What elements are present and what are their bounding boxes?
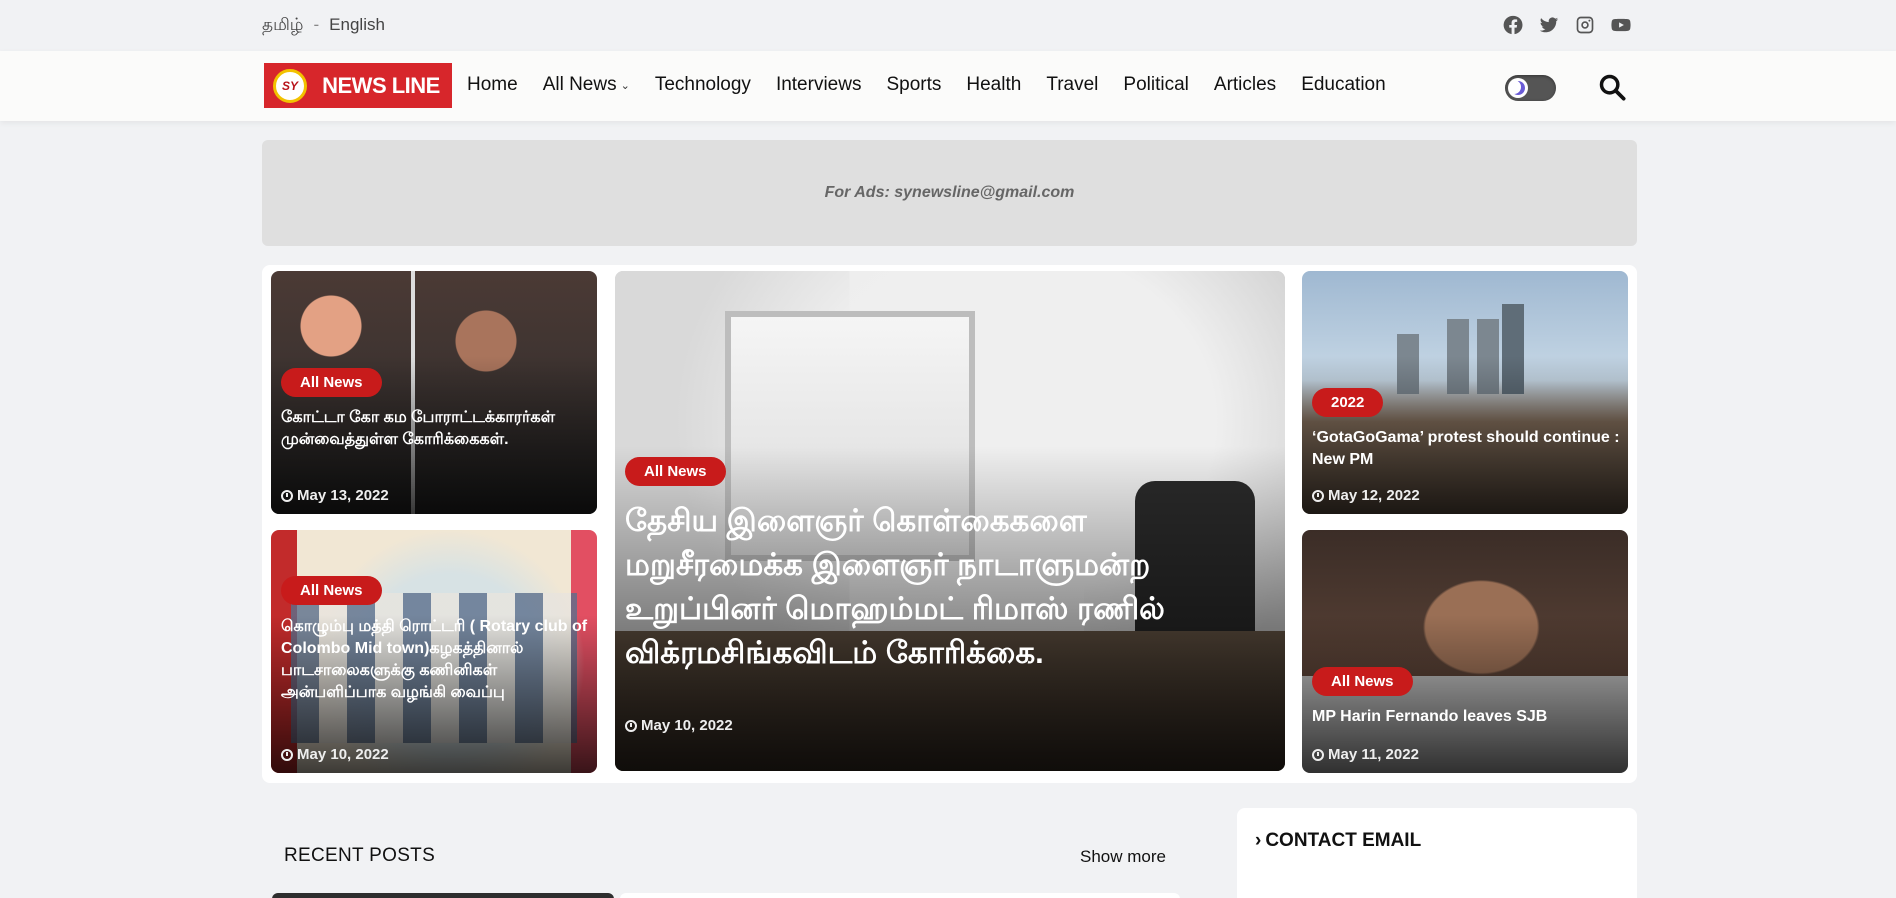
nav-item-health[interactable]: Health (966, 74, 1021, 96)
youtube-icon[interactable] (1610, 14, 1632, 36)
logo-text: NEWS LINE (313, 66, 449, 105)
featured-card[interactable]: All News கோட்டா கோ கம போராட்டக்காரர்கள் … (271, 271, 597, 514)
nav-item-education[interactable]: Education (1301, 74, 1386, 96)
widget-title-text: CONTACT EMAIL (1265, 830, 1422, 851)
nav-label: All News (542, 74, 617, 95)
contact-email-widget: › CONTACT EMAIL (1237, 808, 1637, 898)
lang-english-link[interactable]: English (329, 15, 385, 37)
date-text: May 13, 2022 (297, 487, 389, 504)
category-badge[interactable]: 2022 (1312, 388, 1384, 417)
lang-tamil-link[interactable]: தமிழ் (262, 15, 304, 37)
article-title[interactable]: கோட்டா கோ கம போராட்டக்காரர்கள் முன்வைத்த… (281, 407, 591, 451)
featured-card[interactable]: 2022 ‘GotaGoGama’ protest should continu… (1302, 271, 1628, 514)
nav-label: Education (1301, 74, 1386, 95)
nav-item-articles[interactable]: Articles (1214, 74, 1276, 96)
date-text: May 10, 2022 (641, 717, 733, 734)
logo-badge: SY (267, 66, 313, 105)
recent-posts-section: RECENT POSTS Show more (262, 826, 1187, 898)
clock-icon (1312, 748, 1324, 761)
category-badge[interactable]: All News (1312, 667, 1413, 696)
date-text: May 10, 2022 (297, 746, 389, 763)
date-text: May 11, 2022 (1328, 746, 1419, 763)
nav-item-political[interactable]: Political (1123, 74, 1188, 96)
clock-icon (281, 748, 293, 761)
ad-banner: For Ads: synewsline@gmail.com (262, 140, 1637, 246)
logo-emblem: SY (273, 68, 307, 103)
date-text: May 12, 2022 (1328, 487, 1420, 504)
nav-label: Political (1123, 74, 1189, 95)
nav-label: Technology (654, 74, 751, 95)
clock-icon (625, 719, 637, 732)
dark-mode-toggle[interactable] (1505, 75, 1556, 101)
main-navbar: SY NEWS LINE Home All News ⌄ Technology I… (0, 51, 1896, 121)
moon-icon (1508, 78, 1528, 98)
post-card[interactable] (620, 893, 1180, 898)
article-title[interactable]: MP Harin Fernando leaves SJB (1312, 706, 1622, 728)
show-more-link[interactable]: Show more (1080, 847, 1166, 867)
nav-item-technology[interactable]: Technology (655, 74, 751, 96)
section-title: RECENT POSTS (284, 845, 436, 866)
clock-icon (281, 489, 293, 502)
article-title[interactable]: கொழும்பு மத்தி ரொட்டரி ( Rotary club of … (281, 616, 593, 704)
article-title[interactable]: தேசிய இளைஞர் கொள்கைகளை மறுசீரமைக்க இளைஞர… (625, 499, 1225, 675)
instagram-icon[interactable] (1574, 14, 1596, 36)
featured-card-main[interactable]: All News தேசிய இளைஞர் கொள்கைகளை மறுசீரமை… (615, 271, 1285, 771)
article-title[interactable]: ‘GotaGoGama’ protest should continue : N… (1312, 427, 1622, 471)
nav-label: Sports (886, 74, 942, 95)
lang-separator: - (313, 15, 320, 34)
nav-item-sports[interactable]: Sports (886, 74, 941, 96)
featured-grid: All News கோட்டா கோ கம போராட்டக்காரர்கள் … (262, 265, 1637, 783)
nav-label: Interviews (775, 74, 862, 95)
featured-card[interactable]: All News கொழும்பு மத்தி ரொட்டரி ( Rotary… (271, 530, 597, 773)
ad-text: For Ads: synewsline@gmail.com (824, 184, 1075, 201)
facebook-icon[interactable] (1502, 14, 1524, 36)
nav-item-interviews[interactable]: Interviews (776, 74, 862, 96)
post-thumbnail[interactable] (272, 893, 614, 898)
nav-label: Travel (1046, 74, 1099, 95)
article-date: May 10, 2022 (625, 717, 733, 734)
nav-menu: Home All News ⌄ Technology Interviews Spo… (467, 74, 1411, 96)
search-icon[interactable] (1598, 73, 1626, 101)
language-switcher: தமிழ் - English (262, 15, 385, 37)
nav-label: Home (467, 74, 518, 95)
article-date: May 13, 2022 (281, 487, 389, 504)
article-date: May 11, 2022 (1312, 746, 1419, 763)
social-links (1502, 14, 1632, 36)
site-logo[interactable]: SY NEWS LINE (264, 63, 452, 108)
top-bar: தமிழ் - English (0, 0, 1896, 50)
widget-title: › CONTACT EMAIL (1255, 830, 1421, 852)
clock-icon (1312, 489, 1324, 502)
chevron-down-icon: ⌄ (620, 79, 630, 92)
category-badge[interactable]: All News (281, 576, 382, 605)
twitter-icon[interactable] (1538, 14, 1560, 36)
article-date: May 10, 2022 (281, 746, 389, 763)
chevron-right-icon: › (1255, 830, 1262, 851)
article-date: May 12, 2022 (1312, 487, 1420, 504)
nav-item-all-news[interactable]: All News ⌄ (543, 74, 630, 96)
nav-label: Articles (1213, 74, 1277, 95)
nav-item-travel[interactable]: Travel (1046, 74, 1098, 96)
nav-label: Health (966, 74, 1022, 95)
featured-card[interactable]: All News MP Harin Fernando leaves SJB Ma… (1302, 530, 1628, 773)
nav-item-home[interactable]: Home (467, 74, 518, 96)
category-badge[interactable]: All News (625, 457, 726, 486)
category-badge[interactable]: All News (281, 368, 382, 397)
